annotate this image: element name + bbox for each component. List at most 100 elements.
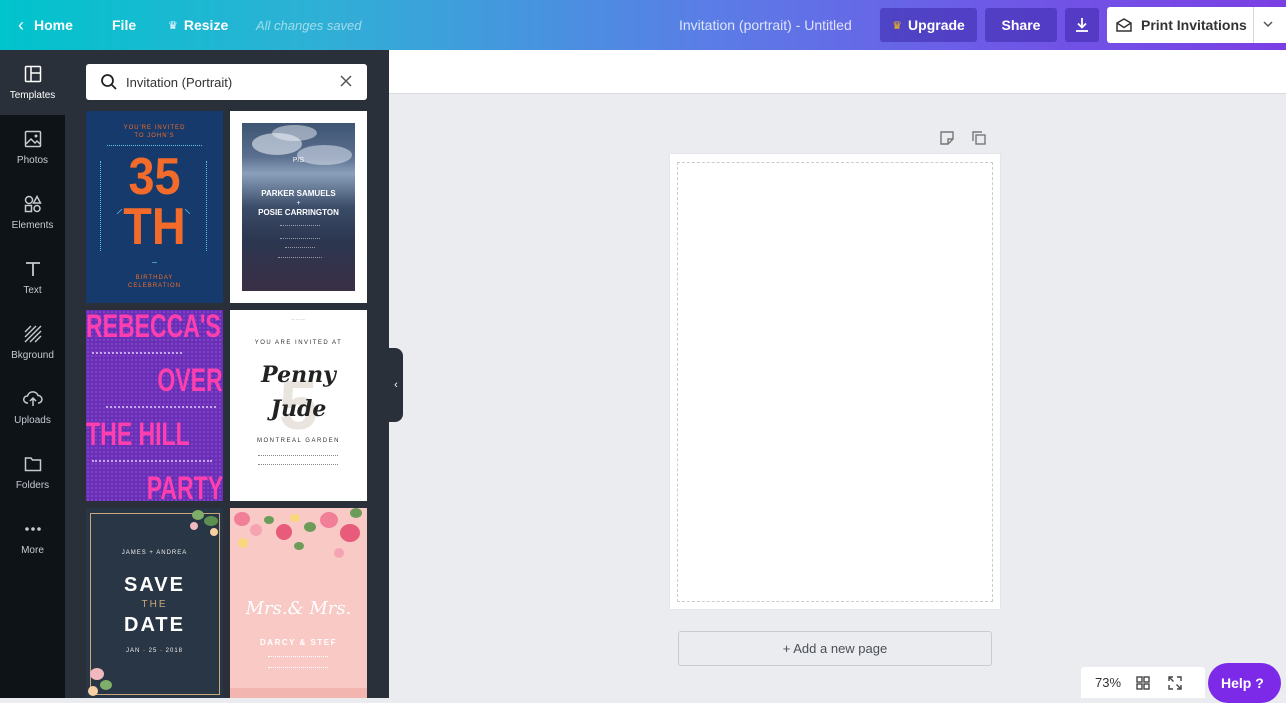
rail-label: Elements [11,220,54,231]
page-safe-area [677,162,993,602]
top-bar: ‹ Home File ♛ Resize All changes saved I… [0,0,1286,50]
crown-icon: ♛ [892,19,903,32]
print-invitations-button[interactable]: Print Invitations [1107,7,1286,43]
floral-decoration [186,508,223,538]
fullscreen-icon[interactable] [1167,675,1183,691]
rail-label: Templates [9,90,56,101]
template-name: Penny [261,362,336,388]
home-label: Home [34,17,73,33]
template-big-number: 35 [128,148,181,206]
template-text: REBECCA'S [86,310,221,344]
template-text: PARTY [146,470,223,501]
template-text: OVER [157,362,223,398]
template-search-input[interactable] [126,74,326,90]
decor-line [92,352,182,354]
download-button[interactable] [1065,8,1099,42]
template-name: Jude [270,396,327,422]
rail-item-photos[interactable]: Photos [0,115,65,180]
decor-icon: ⸝ [116,200,123,216]
template-thumbnail-save-the-date[interactable]: JAMES + ANDREA SAVE THE DATE JAN · 25 · … [86,508,223,698]
resize-button[interactable]: ♛ Resize [168,0,228,50]
search-icon [101,74,117,90]
collapse-panel-button[interactable]: ‹ [389,348,403,422]
add-note-button[interactable] [939,130,955,151]
duplicate-page-button[interactable] [971,130,987,151]
note-icon [940,131,954,145]
chevron-down-icon[interactable] [1261,17,1275,31]
floral-decoration [86,658,126,698]
template-text: JAN · 25 · 2018 [125,648,184,654]
share-button[interactable]: Share [985,8,1057,42]
rail-label: Uploads [14,415,51,426]
design-page[interactable] [670,154,1000,609]
divider [1253,7,1254,43]
template-name: PARKER SAMUELS [261,189,336,198]
folders-icon [24,457,41,472]
template-text: THE [141,599,168,610]
decor-band [230,688,367,698]
rail-item-more[interactable]: More [0,505,65,570]
clouds-photo: P/S PARKER SAMUELS + POSIE CARRINGTON [242,123,355,291]
rail-item-templates[interactable]: Templates [0,50,65,115]
template-text: DATE [124,614,185,636]
chevron-left-icon: ‹ [18,14,24,35]
decor-wave: ~ [151,258,158,269]
document-title[interactable]: Invitation (portrait) - Untitled [679,0,852,50]
help-button[interactable]: Help ? [1208,663,1281,703]
grid-view-icon[interactable] [1135,675,1151,691]
template-name: POSIE CARRINGTON [258,208,339,217]
template-text: CELEBRATION [128,283,181,289]
chevron-left-icon: ‹ [394,379,398,391]
template-search-box[interactable] [86,64,367,100]
uploads-icon [22,391,43,406]
template-thumbnail-wedding-clouds[interactable]: P/S PARKER SAMUELS + POSIE CARRINGTON [230,111,367,303]
save-status: All changes saved [256,17,362,33]
decor-line [285,247,315,248]
template-text: TO JOHN'S [134,133,175,139]
background-icon [24,325,41,343]
rail-item-uploads[interactable]: Uploads [0,375,65,440]
template-big-suffix: TH [123,198,186,256]
decor-line [278,257,322,258]
rail-label: Photos [16,155,49,166]
template-thumbnail-birthday[interactable]: YOU'RE INVITED TO JOHN'S 35 TH ⸝ ⸜ ~ BIR… [86,111,223,303]
home-button[interactable]: ‹ Home [18,0,73,50]
left-rail: Templates Photos Elements Text Bkground … [0,50,65,698]
template-title: Mrs.& Mrs. [245,598,352,619]
close-icon[interactable] [339,74,353,88]
rail-item-elements[interactable]: Elements [0,180,65,245]
text-icon [25,262,40,276]
template-text: BIRTHDAY [135,275,174,281]
decor-line [106,406,216,408]
file-menu-button[interactable]: File [112,0,136,50]
decor-icon: ⸜ [184,200,191,216]
template-text: + [296,200,301,207]
download-icon [1076,18,1088,32]
zoom-level[interactable]: 73% [1095,675,1127,690]
template-thumbnail-over-the-hill[interactable]: REBECCA'S OVER THE HILL PARTY [86,310,223,501]
more-icon [24,527,41,531]
template-thumbnail-mrs-mrs[interactable]: Mrs.& Mrs. DARCY & STEF [230,508,367,698]
elements-icon [24,195,42,213]
add-new-page-button[interactable]: + Add a new page [678,631,992,666]
resize-label: Resize [183,17,229,33]
rail-item-background[interactable]: Bkground [0,310,65,375]
upgrade-button[interactable]: ♛ Upgrade [880,8,977,42]
crown-icon: ♛ [168,19,178,32]
templates-icon [24,65,41,83]
rail-item-folders[interactable]: Folders [0,440,65,505]
template-thumbnail-penny-jude[interactable]: ——— YOU ARE INVITED AT 5 Penny Jude MONT… [230,310,367,501]
canvas-toolbar [389,50,1286,94]
zoom-bar: 73% [1081,667,1205,698]
rail-label: Folders [15,480,50,491]
decor-line [92,460,212,462]
upgrade-label: Upgrade [908,17,965,33]
template-text: YOU'RE INVITED [123,125,186,131]
decor-line [258,455,338,465]
decor-line [280,225,320,239]
rail-label: Text [23,285,42,296]
cloud-shape [272,125,317,141]
rail-item-text[interactable]: Text [0,245,65,310]
decor-line [268,656,328,668]
template-text: JAMES + ANDREA [121,550,188,556]
